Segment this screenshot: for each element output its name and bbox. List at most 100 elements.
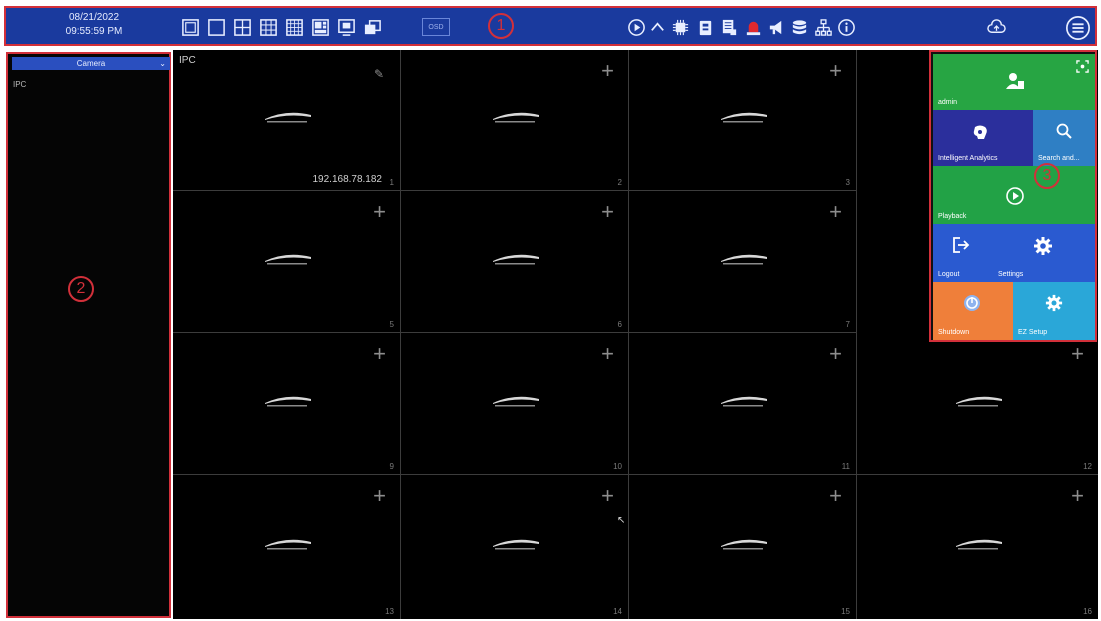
screen-picture-icon[interactable]: [336, 17, 357, 38]
add-camera-icon[interactable]: +: [829, 201, 842, 223]
user-icon: [1006, 73, 1024, 89]
camera-logo-icon: [955, 539, 1002, 550]
layout-custom-icon[interactable]: [310, 17, 331, 38]
channel-number: 3: [845, 178, 850, 187]
add-camera-icon[interactable]: +: [601, 60, 614, 82]
video-cell[interactable]: + 7: [629, 191, 857, 333]
add-camera-icon[interactable]: +: [601, 343, 614, 365]
search-tile[interactable]: Search and...: [1033, 110, 1095, 166]
layout-single-icon[interactable]: [206, 17, 227, 38]
add-camera-icon[interactable]: +: [1071, 343, 1084, 365]
video-cell[interactable]: + 2: [401, 50, 629, 191]
video-cell[interactable]: + 5: [173, 191, 401, 333]
cloud-upload-icon[interactable]: [986, 17, 1007, 38]
document-icon[interactable]: [719, 17, 740, 38]
callout-1: 1: [488, 13, 514, 39]
add-camera-icon[interactable]: +: [601, 201, 614, 223]
video-cell[interactable]: IPC ✎ 192.168.78.182 1: [173, 50, 401, 191]
channel-number: 11: [841, 462, 850, 471]
alarm-icon[interactable]: [743, 17, 764, 38]
camera-logo-icon: [264, 254, 311, 264]
camera-logo-icon: [720, 396, 767, 406]
ez-setup-label: EZ Setup: [1018, 329, 1048, 336]
chevron-down-icon: ⌄: [159, 59, 166, 68]
channel-number: 9: [389, 462, 394, 471]
settings-tile[interactable]: Settings: [993, 224, 1095, 282]
channel-number: 10: [613, 462, 622, 471]
chevron-up-icon[interactable]: [647, 17, 668, 38]
video-cell[interactable]: + ↖ 14: [401, 475, 629, 619]
camera-logo-icon: [492, 254, 539, 264]
gear-icon: [1034, 237, 1052, 255]
video-cell[interactable]: + 10: [401, 333, 629, 475]
intelligent-analytics-tile[interactable]: Intelligent Analytics: [933, 110, 1033, 166]
menu-icon[interactable]: [1064, 14, 1092, 42]
brain-icon: [973, 125, 987, 139]
logout-label: Logout: [938, 271, 960, 278]
megaphone-icon[interactable]: [766, 17, 787, 38]
video-cell[interactable]: + 11: [629, 333, 857, 475]
admin-label: admin: [938, 99, 958, 106]
layout-4-icon[interactable]: [232, 17, 253, 38]
layout-1-icon[interactable]: [180, 17, 201, 38]
camera-logo-icon: [492, 396, 539, 406]
tree-item-ipc[interactable]: IPC: [13, 80, 26, 89]
osd-button[interactable]: OSD: [422, 18, 450, 36]
camera-logo-icon: [720, 539, 767, 550]
video-cell[interactable]: + 13: [173, 475, 401, 619]
video-cell[interactable]: + 9: [173, 333, 401, 475]
channel-number: 7: [845, 320, 850, 329]
camera-logo-icon: [720, 254, 767, 264]
play-icon[interactable]: [626, 17, 647, 38]
search-label: Search and...: [1038, 155, 1080, 162]
ez-setup-tile[interactable]: EZ Setup: [1013, 282, 1095, 340]
add-camera-icon[interactable]: +: [829, 485, 842, 507]
add-camera-icon[interactable]: +: [1071, 485, 1084, 507]
shutdown-label: Shutdown: [938, 329, 970, 336]
add-camera-icon[interactable]: +: [373, 201, 386, 223]
playback-tile[interactable]: Playback: [933, 166, 1095, 224]
admin-tile[interactable]: admin: [933, 54, 1095, 110]
camera-select[interactable]: Camera ⌄: [12, 57, 170, 70]
channel-number: 16: [1083, 607, 1092, 616]
camera-logo-icon: [955, 396, 1002, 406]
video-cell[interactable]: + 12: [857, 333, 1098, 475]
layout-9-icon[interactable]: [258, 17, 279, 38]
top-toolbar: 08/21/2022 09:55:59 PM OSD 1: [4, 6, 1097, 46]
cell-source-label: IPC: [179, 55, 196, 66]
add-camera-icon[interactable]: +: [373, 343, 386, 365]
shutdown-tile[interactable]: Shutdown: [933, 282, 1013, 340]
network-icon[interactable]: [813, 17, 834, 38]
video-cell[interactable]: + 15: [629, 475, 857, 619]
add-camera-icon[interactable]: +: [829, 343, 842, 365]
channel-number: 5: [389, 320, 394, 329]
add-camera-icon[interactable]: +: [601, 485, 614, 507]
pencil-icon[interactable]: ✎: [374, 67, 384, 81]
video-cell[interactable]: + 3: [629, 50, 857, 191]
video-cell[interactable]: + 6: [401, 191, 629, 333]
mouse-cursor-icon: ↖: [617, 515, 626, 526]
channel-number: 6: [617, 320, 622, 329]
date-text: 08/21/2022: [68, 12, 120, 23]
logout-tile[interactable]: Logout: [933, 224, 993, 282]
play-circle-icon: [1006, 187, 1024, 205]
camera-logo-icon: [264, 539, 311, 550]
add-camera-icon[interactable]: +: [373, 485, 386, 507]
channel-number: 15: [841, 607, 850, 616]
info-icon[interactable]: [836, 17, 857, 38]
date-time: 08/21/2022 09:55:59 PM: [54, 11, 134, 39]
camera-logo-icon: [492, 112, 539, 123]
intelligent-analytics-label: Intelligent Analytics: [938, 155, 998, 162]
camera-logo-icon: [492, 539, 539, 550]
channel-number: 13: [385, 607, 394, 616]
video-cell[interactable]: + 16: [857, 475, 1098, 619]
storage-icon[interactable]: [695, 17, 716, 38]
time-text: 09:55:59 PM: [65, 26, 123, 37]
scan-icon[interactable]: [1076, 60, 1089, 73]
database-icon[interactable]: [789, 17, 810, 38]
layout-16-icon[interactable]: [284, 17, 305, 38]
multi-window-icon[interactable]: [362, 17, 383, 38]
add-camera-icon[interactable]: +: [829, 60, 842, 82]
camera-select-label: Camera: [76, 59, 106, 68]
chip-icon[interactable]: [670, 17, 691, 38]
